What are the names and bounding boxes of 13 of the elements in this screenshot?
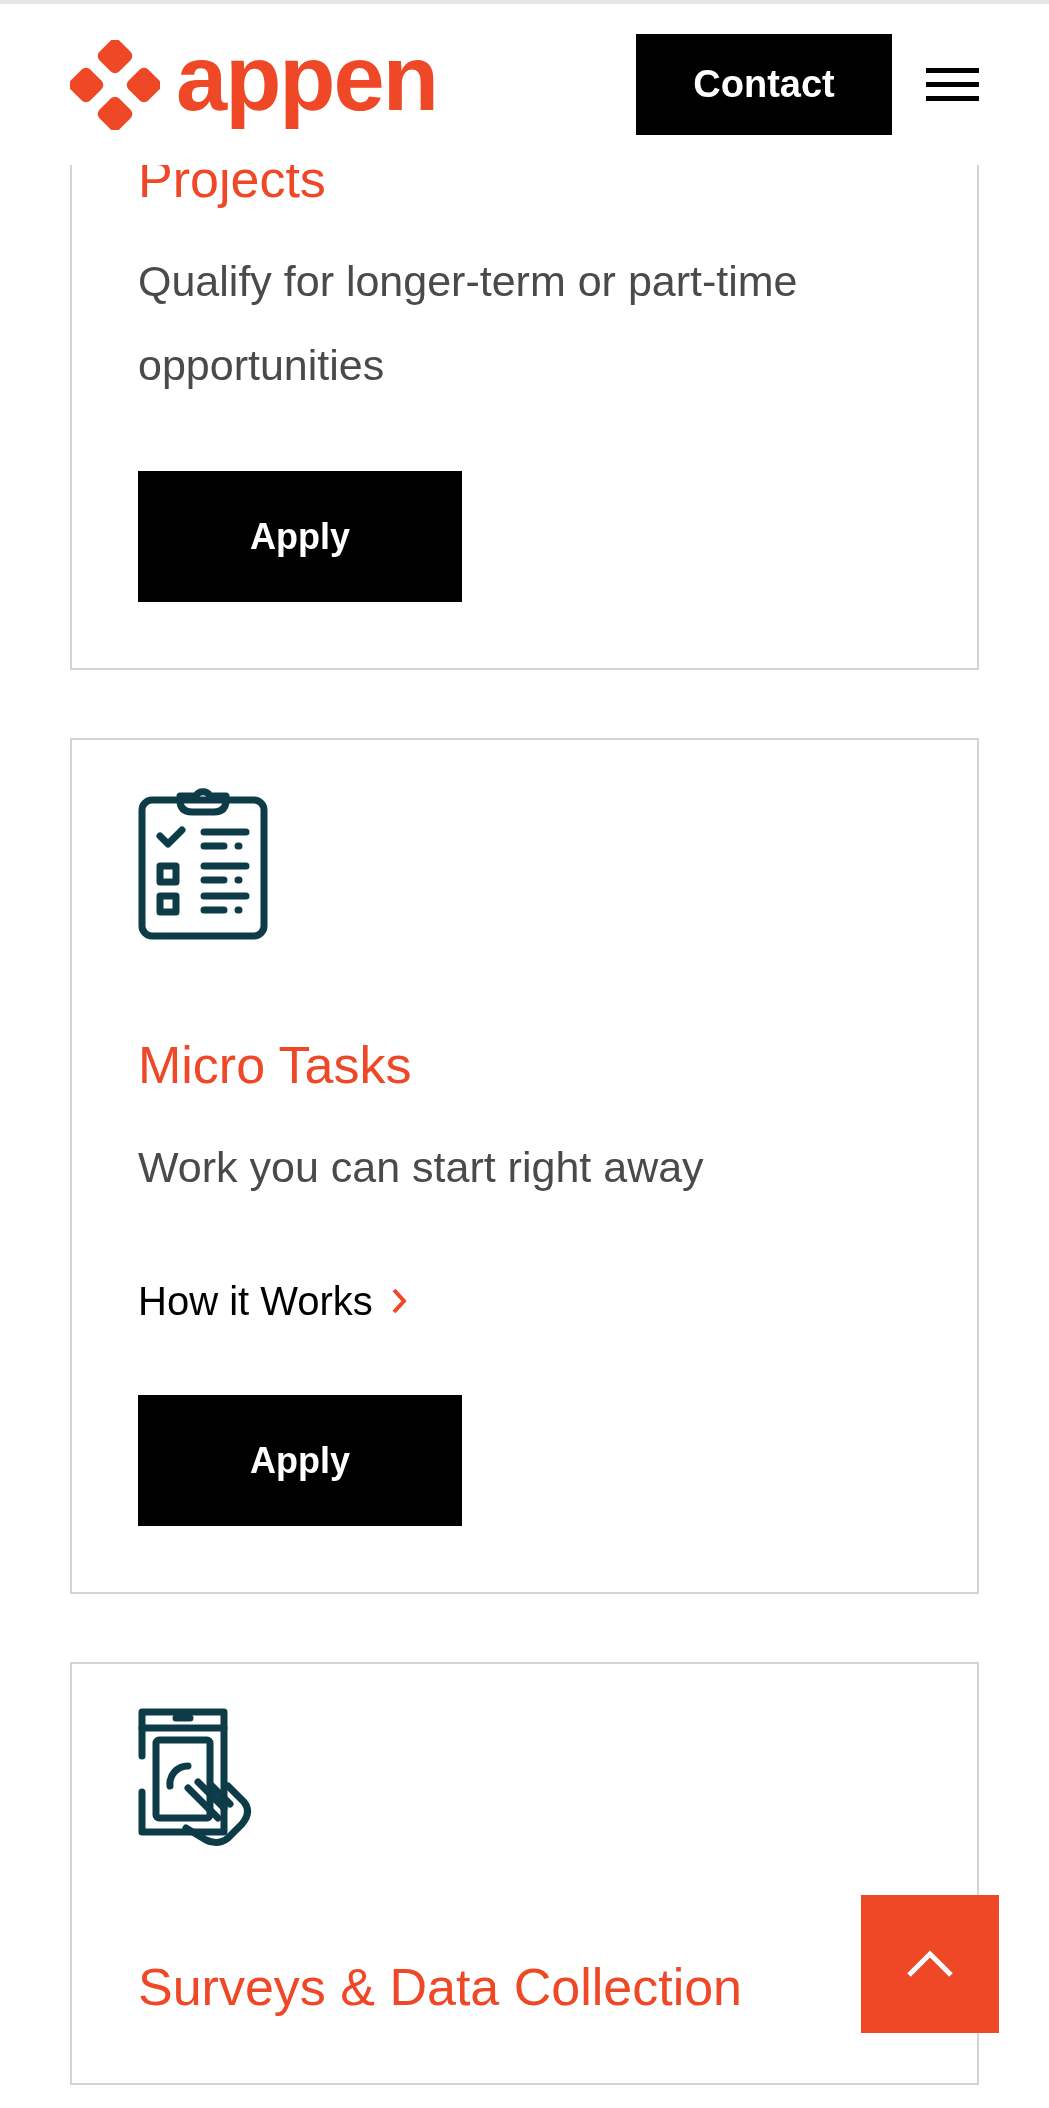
card-title: Micro Tasks: [138, 1035, 413, 1095]
chevron-right-icon: [390, 1287, 407, 1315]
how-it-works-link[interactable]: How it Works: [138, 1271, 407, 1331]
card-description: Qualify for longer-term or part-time opportunities: [138, 256, 799, 391]
logo-mark-icon: [70, 39, 160, 130]
card-description: Work you can start right away: [138, 1142, 705, 1193]
logo-text[interactable]: appen: [176, 31, 437, 138]
card-title: Surveys & Data Collection: [138, 1957, 744, 2017]
menu-icon[interactable]: [926, 67, 979, 102]
apply-button[interactable]: Apply: [138, 471, 462, 602]
contact-button[interactable]: Contact: [636, 34, 892, 135]
apply-button[interactable]: Apply: [138, 1395, 462, 1526]
chevron-up-icon: [905, 1949, 955, 1979]
